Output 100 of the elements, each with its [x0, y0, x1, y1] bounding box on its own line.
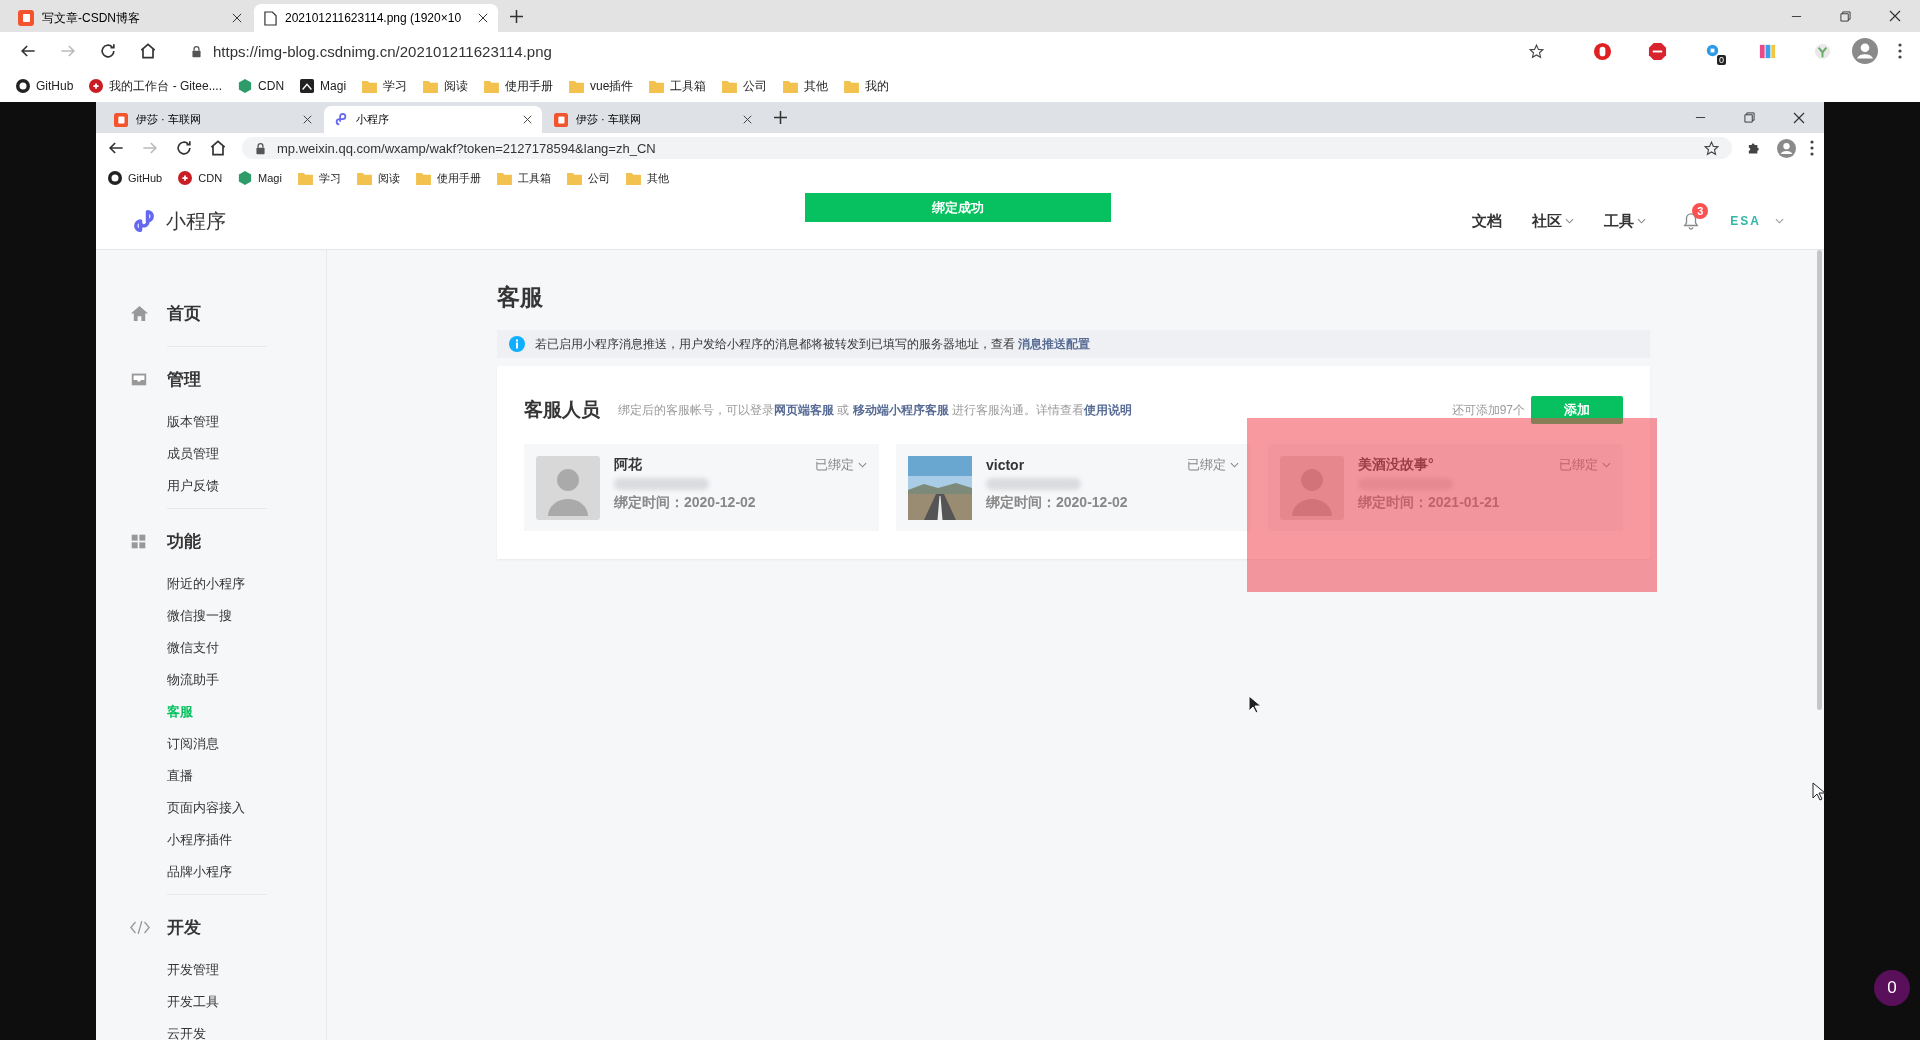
folder-icon [625, 171, 641, 185]
star-icon[interactable] [1528, 42, 1545, 60]
bound-time: 绑定时间：2020-12-02 [986, 494, 1129, 512]
bookmark[interactable]: GitHub [10, 79, 80, 93]
bookmark[interactable]: 工具箱 [490, 170, 557, 186]
close-icon[interactable] [1793, 111, 1805, 124]
nav-section[interactable]: 首页 [167, 301, 201, 325]
folder-icon [362, 79, 378, 93]
browser-tab[interactable]: 202101211623114.png (1920×10 [254, 4, 498, 32]
sidebar-item[interactable]: 版本管理 [167, 406, 267, 438]
sidebar-item[interactable]: 用户反馈 [167, 470, 267, 502]
bookmark[interactable]: 其他 [777, 77, 835, 95]
member-name: 美酒没故事° [1358, 456, 1434, 474]
restore-icon[interactable] [1744, 112, 1755, 123]
nav-section[interactable]: 开发 [167, 915, 201, 939]
sidebar-item[interactable]: 成员管理 [167, 438, 267, 470]
menu-icon[interactable] [1898, 43, 1902, 59]
folder-icon [844, 79, 860, 93]
home-icon[interactable] [138, 41, 158, 61]
extension-badge: 0 [1717, 54, 1726, 65]
nav-section[interactable]: 功能 [167, 529, 201, 553]
tab-title: 202101211623114.png (1920×10 [285, 11, 463, 25]
reload-icon[interactable] [98, 41, 118, 61]
bookmark[interactable]: 公司 [560, 170, 616, 186]
plus-icon[interactable] [774, 111, 787, 124]
close-icon[interactable] [743, 115, 752, 124]
nav-link[interactable]: 文档 [1472, 211, 1503, 231]
reload-icon[interactable] [174, 138, 194, 158]
nav-dropdown[interactable]: 社区 [1532, 211, 1575, 231]
bookmark[interactable]: 阅读 [417, 77, 475, 95]
profile-icon[interactable] [1777, 138, 1796, 158]
bookmark[interactable]: 公司 [716, 77, 774, 95]
nav-section[interactable]: 管理 [167, 367, 201, 391]
bookmark[interactable]: 使用手册 [478, 77, 560, 95]
sidebar-item[interactable]: 微信搜一搜 [167, 600, 267, 632]
plus-icon[interactable] [510, 9, 523, 23]
favicon-icon [300, 79, 315, 93]
favicon-icon [89, 79, 104, 93]
browser-tab[interactable]: 写文章-CSDN博客 [8, 4, 252, 32]
bookmark[interactable]: GitHub [102, 171, 169, 185]
chevron-icon [1637, 218, 1647, 224]
close-icon[interactable] [303, 115, 312, 124]
sidebar-item[interactable]: 品牌小程序 [167, 856, 267, 888]
folder-icon [423, 79, 439, 93]
favicon-icon [108, 171, 122, 185]
sidebar-item[interactable]: 开发工具 [167, 986, 267, 1018]
close-icon[interactable] [523, 115, 532, 124]
help-link[interactable]: 移动端小程序客服 [852, 402, 949, 417]
member-name: victor [986, 457, 1025, 473]
sidebar-item[interactable]: 小程序插件 [167, 824, 267, 856]
browser-tab[interactable]: 小程序 [324, 106, 542, 133]
profile-icon[interactable] [1852, 38, 1878, 64]
nav-dropdown[interactable]: 工具 [1604, 211, 1647, 231]
sidebar-item[interactable]: 页面内容接入 [167, 792, 267, 824]
bookmark[interactable]: CDN [232, 79, 291, 93]
bookmark[interactable]: 我的工作台 - Gitee.... [83, 77, 229, 95]
bookmark[interactable]: 学习 [291, 170, 347, 186]
status-dropdown[interactable]: 已绑定 [1187, 456, 1239, 474]
help-link[interactable]: 网页端客服 [774, 402, 834, 417]
restore-icon[interactable] [1840, 10, 1851, 22]
folder-icon [484, 79, 500, 93]
bookmark[interactable]: 阅读 [350, 170, 406, 186]
bookmark[interactable]: vue插件 [563, 77, 640, 95]
bookmark[interactable]: CDN [172, 171, 229, 185]
bookmark[interactable]: 工具箱 [643, 77, 713, 95]
sidebar-item[interactable]: 云开发 [167, 1018, 267, 1040]
bookmark[interactable]: 我的 [838, 77, 896, 95]
close-icon[interactable] [478, 13, 488, 23]
browser-tab[interactable]: 伊莎 · 车联网 [544, 106, 762, 133]
close-icon[interactable] [232, 13, 242, 23]
bookmark[interactable]: Magi [232, 171, 288, 185]
tab-title: 伊莎 · 车联网 [576, 112, 642, 127]
file-icon [264, 10, 277, 26]
bookmark[interactable]: Magi [294, 79, 353, 93]
sidebar-item[interactable]: 物流助手 [167, 664, 267, 696]
tab-title: 小程序 [356, 112, 390, 127]
bookmark[interactable]: 学习 [356, 77, 414, 95]
sidebar-item[interactable]: 开发管理 [167, 954, 267, 986]
avatar-icon [1280, 456, 1344, 520]
home-icon[interactable] [208, 138, 228, 158]
sidebar-item[interactable]: 微信支付 [167, 632, 267, 664]
sidebar-item[interactable]: 订阅消息 [167, 728, 267, 760]
sidebar-item[interactable]: 附近的小程序 [167, 568, 267, 600]
chevron-icon [1602, 462, 1611, 468]
folder-icon [569, 79, 585, 93]
section-title: 客服人员 [524, 398, 600, 422]
favicon-icon [16, 79, 30, 93]
close-icon[interactable] [1889, 10, 1901, 22]
description-text: 绑定后的客服帐号，可以登录网页端客服 或 移动端小程序客服 进行客服沟通。详情查看使用说明 [618, 401, 1132, 419]
bookmark[interactable]: 其他 [619, 170, 675, 186]
menu-icon[interactable] [1810, 140, 1814, 156]
star-icon[interactable] [1703, 139, 1720, 157]
config-link[interactable]: 消息推送配置 [1018, 336, 1091, 351]
browser-tab[interactable]: 伊莎 · 车联网 [104, 106, 322, 133]
page-title: 客服 [497, 283, 544, 312]
address-bar[interactable]: mp.weixin.qq.com/wxamp/wakf?token=2127178594&lang=zh_CN [242, 137, 1732, 159]
status-dropdown[interactable]: 已绑定 [815, 456, 867, 474]
sidebar-item[interactable]: 直播 [167, 760, 267, 792]
help-link[interactable]: 使用说明 [1084, 402, 1132, 417]
bookmark[interactable]: 使用手册 [409, 170, 487, 186]
